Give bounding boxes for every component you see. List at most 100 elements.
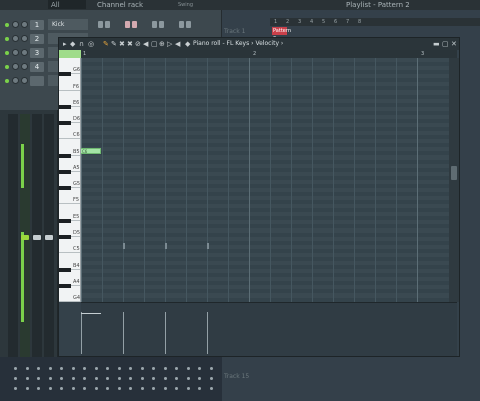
step-button[interactable] — [186, 21, 191, 28]
step-button[interactable] — [159, 21, 164, 28]
pan-knob[interactable] — [12, 63, 19, 70]
piano-key-black[interactable] — [59, 153, 71, 158]
mixer-slot-indicator[interactable] — [83, 367, 86, 370]
mixer-slot-indicator[interactable] — [129, 367, 132, 370]
mixer-slot-indicator[interactable] — [163, 367, 167, 370]
channel-row[interactable]: 1 Kick — [2, 19, 220, 31]
zoom-icon[interactable]: ⊕ — [159, 40, 165, 48]
mixer-slot-indicator[interactable] — [186, 377, 190, 380]
piano-key-black[interactable] — [59, 283, 71, 288]
volume-knob[interactable] — [21, 63, 28, 70]
snap-icon[interactable]: ◆ — [70, 40, 75, 48]
mixer-slot-indicator[interactable] — [37, 377, 40, 380]
mixer-slot-indicator[interactable] — [198, 367, 201, 370]
play-icon[interactable]: ▷ — [167, 40, 172, 48]
velocity-bar[interactable] — [165, 312, 166, 354]
mixer-slot-indicator[interactable] — [48, 367, 52, 370]
volume-knob[interactable] — [21, 35, 28, 42]
magnet-icon[interactable]: ∩ — [79, 40, 84, 48]
vertical-scrollbar[interactable] — [449, 58, 459, 302]
minimize-icon[interactable]: ▬ — [433, 38, 440, 50]
track-label[interactable]: Track 1 — [224, 26, 266, 37]
mixer-slot-indicator[interactable] — [186, 387, 190, 390]
mixer-slot-indicator[interactable] — [71, 367, 75, 370]
mixer-slot-indicator[interactable] — [94, 387, 98, 390]
mixer-slot-indicator[interactable] — [152, 387, 155, 390]
step-button[interactable] — [98, 21, 103, 28]
mixer-slot-indicator[interactable] — [198, 387, 201, 390]
mixer-channel[interactable] — [32, 114, 42, 384]
track-label[interactable]: Track 15 — [224, 373, 249, 380]
piano-key-black[interactable] — [59, 72, 71, 77]
channel-filter-dropdown[interactable]: All — [48, 0, 86, 9]
piano-key-black[interactable] — [59, 104, 71, 109]
select-icon[interactable]: ▢ — [151, 40, 158, 48]
scroll-thumb[interactable] — [451, 166, 457, 180]
note-grid[interactable]: C6 — [81, 58, 449, 302]
arrow-icon[interactable]: ◆ — [185, 40, 190, 48]
mixer-slot-indicator[interactable] — [140, 377, 144, 380]
mixer-slot-indicator[interactable] — [129, 387, 132, 390]
pattern-clip[interactable]: Pattern 2 — [272, 27, 291, 42]
mixer-slot-indicator[interactable] — [163, 387, 167, 390]
mixer-slot-indicator[interactable] — [209, 387, 213, 390]
mixer-slot-indicator[interactable] — [83, 377, 86, 380]
step-button[interactable] — [125, 21, 130, 28]
step-button[interactable] — [132, 21, 137, 28]
mixer-slot-indicator[interactable] — [14, 377, 17, 380]
mixer-slot-indicator[interactable] — [209, 367, 213, 370]
menu-icon[interactable]: ▸ — [63, 40, 67, 48]
mixer-slot-indicator[interactable] — [175, 387, 178, 390]
volume-knob[interactable] — [21, 49, 28, 56]
delete-icon[interactable]: ✖ — [119, 40, 125, 48]
piano-key[interactable]: F6 — [59, 74, 80, 91]
piano-key-black[interactable] — [59, 121, 71, 126]
mixer-slot-indicator[interactable] — [209, 377, 213, 380]
mixer-slot-indicator[interactable] — [117, 367, 121, 370]
channel-number[interactable]: 2 — [30, 34, 44, 44]
mixer-slot-indicator[interactable] — [71, 387, 75, 390]
mixer-slot-indicator[interactable] — [186, 367, 190, 370]
mixer-slot-indicator[interactable] — [117, 377, 121, 380]
mixer-slot-indicator[interactable] — [25, 377, 29, 380]
keyboard-corner[interactable] — [59, 50, 81, 58]
pan-knob[interactable] — [12, 35, 19, 42]
mute-tool-icon[interactable]: ✖ — [127, 40, 133, 48]
velocity-editor[interactable] — [81, 302, 457, 356]
mixer-slot-indicator[interactable] — [163, 377, 167, 380]
mixer-slot-indicator[interactable] — [25, 367, 29, 370]
mixer-slot-indicator[interactable] — [140, 387, 144, 390]
mixer-slot-indicator[interactable] — [94, 367, 98, 370]
mixer-slot-indicator[interactable] — [83, 387, 86, 390]
piano-key[interactable]: C5 — [59, 237, 80, 254]
playlist-titlebar[interactable]: Playlist - Pattern 2 — [222, 0, 480, 10]
velocity-bar[interactable] — [81, 312, 82, 354]
mixer-slot-indicator[interactable] — [129, 377, 132, 380]
mixer-slot-indicator[interactable] — [152, 367, 155, 370]
pan-knob[interactable] — [12, 77, 19, 84]
piano-roll-target[interactable]: Velocity — [255, 40, 279, 47]
pencil-icon[interactable]: ✎ — [103, 40, 109, 48]
close-icon[interactable]: ✕ — [451, 38, 457, 50]
maximize-icon[interactable]: ▢ — [442, 38, 449, 50]
channel-name-kick[interactable]: Kick — [48, 19, 88, 30]
pan-knob[interactable] — [12, 49, 19, 56]
mixer-slot-indicator[interactable] — [25, 387, 29, 390]
mixer-slot-indicator[interactable] — [175, 377, 178, 380]
mixer-slot-indicator[interactable] — [94, 377, 98, 380]
mixer-channel[interactable] — [8, 114, 18, 384]
paint-icon[interactable]: ✎ — [111, 40, 117, 48]
step-button[interactable] — [152, 21, 157, 28]
slice-icon[interactable]: ◀ — [143, 40, 148, 48]
mute-led[interactable] — [5, 79, 9, 83]
piano-key[interactable]: G4 — [59, 286, 80, 302]
mixer-slot-indicator[interactable] — [198, 377, 201, 380]
piano-roll-titlebar[interactable]: ▸ ◆ ∩ ◎ ✎ ✎ ✖ ✖ ⊘ ◀ ▢ ⊕ ▷ ◀ ◆ Piano roll… — [59, 38, 459, 50]
mixer-slot-indicator[interactable] — [60, 377, 63, 380]
piano-key-black[interactable] — [59, 186, 71, 191]
mixer-slot-indicator[interactable] — [117, 387, 121, 390]
pan-knob[interactable] — [12, 21, 19, 28]
mixer-slot-indicator[interactable] — [106, 377, 109, 380]
mixer-slot-indicator[interactable] — [48, 377, 52, 380]
mixer-slot-indicator[interactable] — [37, 367, 40, 370]
